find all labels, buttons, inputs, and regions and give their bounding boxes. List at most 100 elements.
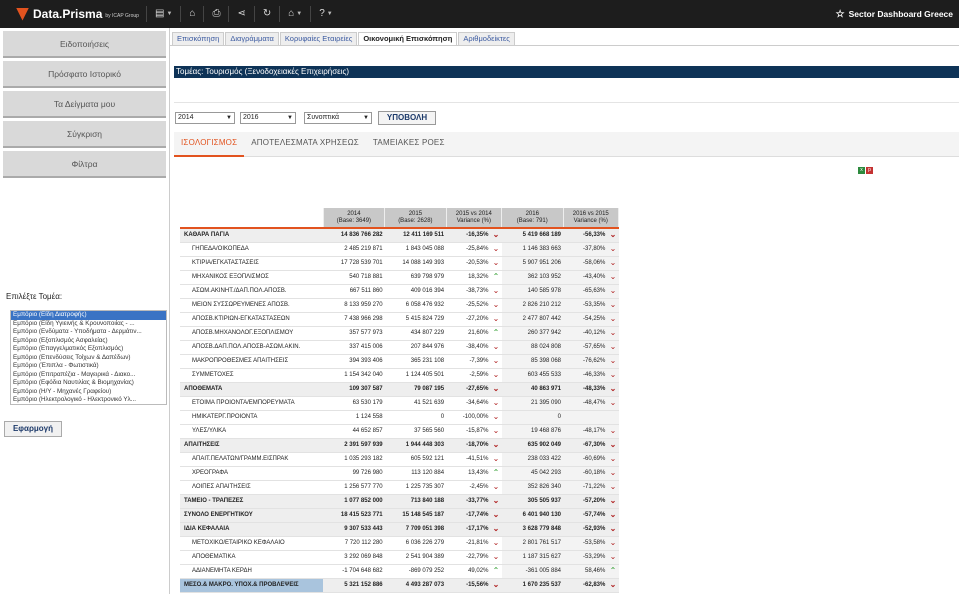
year-to-select[interactable]: 2016 ▼ bbox=[240, 112, 296, 124]
trend-2015-cell: ⌄ bbox=[490, 550, 502, 565]
sector-listbox[interactable]: Εμπόριο (Είδη Διατροφής) Εμπόριο (Είδη Υ… bbox=[10, 310, 167, 405]
table-row[interactable]: ΜΕΣΟ.& ΜΑΚΡΟ. ΥΠΟΧ.& ΠΡΟΒΛΕΨΕΙΣ 5 321 152… bbox=[180, 578, 619, 593]
trend-2015-cell: ⌄ bbox=[490, 340, 502, 355]
table-row[interactable]: ΤΑΜΕΙΟ - ΤΡΑΠΕΖΕΣ 1 077 852 000 713 840 18… bbox=[180, 494, 619, 509]
tab-financial-overview[interactable]: Οικονομική Επισκόπηση bbox=[358, 32, 458, 45]
tab-cash-flows[interactable]: ΤΑΜΕΙΑΚΕΣ ΡΟΕΣ bbox=[366, 132, 452, 157]
sector-option[interactable]: Εμπόριο (Επενδύσεις Τοίχων & Δαπέδων) bbox=[11, 354, 166, 363]
app-logo[interactable]: Data.Prisma by ICAP Group bbox=[0, 7, 146, 21]
header-line: 2014 bbox=[347, 210, 361, 217]
value-2015: 113 120 884 bbox=[384, 466, 447, 481]
table-row[interactable]: ΑΠΟΘΕΜΑΤΙΚΑ 3 292 069 848 2 541 904 389 -22… bbox=[180, 550, 619, 565]
value-2015: 1 843 045 088 bbox=[384, 242, 447, 257]
share-button[interactable]: ⋖ bbox=[228, 6, 253, 22]
main-tabs: Επισκόπηση Διαγράμματα Κορυφαίες Εταιρεί… bbox=[172, 32, 516, 45]
trend-2015-cell: ⌄ bbox=[490, 536, 502, 551]
table-row[interactable]: ΥΛΕΣ/ΥΛΙΚΑ 44 652 857 37 565 560 -15,87% ⌄ 19… bbox=[180, 424, 619, 439]
table-row[interactable]: ΜΕΤΟΧΙΚΟ/ΕΤΑΙΡΙΚΟ ΚΕΦΑΛΑΙΟ 7 720 112 280 6… bbox=[180, 536, 619, 551]
tab-overview[interactable]: Επισκόπηση bbox=[172, 32, 225, 45]
sector-option[interactable]: Εμπόριο (Ηλεκτρολογικό - Ηλεκτρονικό Υλ.… bbox=[11, 396, 166, 404]
sidebar-item-recent-history[interactable]: Πρόσφατο Ιστορικό bbox=[3, 61, 166, 88]
table-row[interactable]: ΑΠΟΘΕΜΑΤΑ 109 307 587 79 087 195 -27,65% ⌄ 40… bbox=[180, 382, 619, 397]
variance-2015: -2,59% bbox=[446, 368, 491, 383]
sidebar-item-filters[interactable]: Φίλτρα bbox=[3, 151, 166, 178]
variance-2015: -100,00% bbox=[446, 410, 491, 425]
dashboard-title[interactable]: ☆ Sector Dashboard Greece bbox=[836, 9, 959, 20]
table-row[interactable]: ΚΤΙΡΙΑ/ΕΓΚΑΤΑΣΤΑΣΕΙΣ 17 728 539 701 14 088… bbox=[180, 256, 619, 271]
value-2014: 7 720 112 280 bbox=[323, 536, 385, 551]
sidebar-item-compare[interactable]: Σύγκριση bbox=[3, 121, 166, 148]
trend-2015-cell: ⌄ bbox=[490, 312, 502, 327]
table-row[interactable]: ΚΑΘΑΡΑ ΠΑΓΙΑ 14 836 766 282 12 411 169 511… bbox=[180, 228, 619, 243]
report-subtabs: ΙΣΟΛΟΓΙΣΜΟΣ ΑΠΟΤΕΛΕΣΜΑΤΑ ΧΡΗΣΕΩΣ ΤΑΜΕΙΑΚ… bbox=[174, 132, 959, 157]
trend-2016-cell: ⌄ bbox=[607, 354, 619, 369]
table-row[interactable]: ΛΟΙΠΕΣ ΑΠΑΙΤΗΣΕΙΣ 1 256 577 770 1 225 735 … bbox=[180, 480, 619, 495]
table-row[interactable]: ΕΤΟΙΜΑ ΠΡΟΙΟΝΤΑ/ΕΜΠΟΡΕΥΜΑΤΑ 63 530 179 41 … bbox=[180, 396, 619, 411]
trend-2016-cell: ⌄ bbox=[607, 550, 619, 565]
print-icon: ⎙ bbox=[212, 8, 221, 19]
table-row[interactable]: ΑΠΟΣΒ.ΜΗΧΑΝΟΛΟΓ.ΕΞΟΠΛΙΣΜΟΥ 357 577 973 434… bbox=[180, 326, 619, 341]
chevron-down-icon: ⌄ bbox=[492, 356, 500, 365]
table-row[interactable]: ΓΗΠΕΔΑ/ΟΙΚΟΠΕΔΑ 2 485 219 871 1 843 045 08… bbox=[180, 242, 619, 257]
sidebar-item-notifications[interactable]: Ειδοποιήσεις bbox=[3, 31, 166, 58]
chevron-down-icon: ⌄ bbox=[609, 244, 617, 253]
table-row[interactable]: ΜΑΚΡΟΠΡΟΘΕΣΜΕΣ ΑΠΑΙΤΗΣΕΙΣ 394 393 406 365 … bbox=[180, 354, 619, 369]
year-from-value: 2014 bbox=[178, 114, 194, 121]
year-from-select[interactable]: 2014 ▼ bbox=[175, 112, 235, 124]
trend-2016-cell: ⌄ bbox=[607, 340, 619, 355]
top-bar: Data.Prisma by ICAP Group ▤ ▼ ⌂ ⎙ ⋖ ↻ ⌂ ▼ … bbox=[0, 0, 959, 28]
sector-option[interactable]: Εμπόριο (Η/Υ - Μηχανές Γραφείου) bbox=[11, 388, 166, 397]
sector-option[interactable]: Εμπόριο (Είδη Υγιεινής & Κρουνοποιίας - … bbox=[11, 320, 166, 329]
table-row[interactable]: ΑΠΟΣΒ.ΔΑΠ.ΠΟΛ.ΑΠΟΣΒ-ΑΣΩΜ.ΑΚΙΝ. 337 415 00… bbox=[180, 340, 619, 355]
table-row[interactable]: ΑΠΑΙΤΗΣΕΙΣ 2 391 597 939 1 944 448 303 -18,… bbox=[180, 438, 619, 453]
sector-option[interactable]: Εμπόριο (Είδη Διατροφής) bbox=[11, 311, 166, 320]
trend-2015-cell: ⌃ bbox=[490, 564, 502, 579]
open-button[interactable]: ⌂ bbox=[180, 6, 203, 22]
excel-export-icon[interactable]: x bbox=[858, 167, 865, 174]
sector-option[interactable]: Εμπόριο (Επαγγελματικός Εξοπλισμός) bbox=[11, 345, 166, 354]
sector-option[interactable]: Εμπόριο (Εξοπλισμός Ασφαλείας) bbox=[11, 337, 166, 346]
table-row[interactable]: ΙΔΙΑ ΚΕΦΑΛΑΙΑ 9 307 533 443 7 709 051 398-… bbox=[180, 522, 619, 537]
tab-balance-sheet[interactable]: ΙΣΟΛΟΓΙΣΜΟΣ bbox=[174, 132, 245, 157]
help-menu-button[interactable]: ? ▼ bbox=[310, 6, 341, 22]
table-row[interactable]: ΑΔΙΑΝΕΜΗΤΑ ΚΕΡΔΗ -1 704 648 682 -869 079 2… bbox=[180, 564, 619, 579]
table-row[interactable]: ΧΡΕΟΓΡΑΦΑ 99 726 980 113 120 884 13,43% ⌃ 45 … bbox=[180, 466, 619, 481]
sector-option[interactable]: Εμπόριο (Ενδύματα - Υποδήματα - Δερμάτιν… bbox=[11, 328, 166, 337]
table-row[interactable]: ΗΜΙΚΑΤΕΡΓ.ΠΡΟΙΟΝΤΑ 1 124 558 0 -100,00% ⌄ 0 bbox=[180, 410, 619, 425]
table-row[interactable]: ΣΥΝΟΛΟ ΕΝΕΡΓΗΤΙΚΟΥ 18 415 523 771 15 148 5… bbox=[180, 508, 619, 523]
submit-button[interactable]: ΥΠΟΒΟΛΗ bbox=[378, 111, 436, 125]
tab-charts[interactable]: Διαγράμματα bbox=[225, 32, 279, 45]
table-row[interactable]: ΜΕΙΟΝ ΣΥΣΣΩΡΕΥΜΕΝΕΣ ΑΠΟΣΒ. 8 133 959 270 6… bbox=[180, 298, 619, 313]
apply-button[interactable]: Εφαρμογή bbox=[4, 421, 62, 437]
tab-income-statement[interactable]: ΑΠΟΤΕΛΕΣΜΑΤΑ ΧΡΗΣΕΩΣ bbox=[244, 132, 366, 157]
refresh-button[interactable]: ↻ bbox=[253, 6, 279, 22]
variance-2016: -53,29% bbox=[563, 550, 608, 565]
row-label: ΜΑΚΡΟΠΡΟΘΕΣΜΕΣ ΑΠΑΙΤΗΣΕΙΣ bbox=[180, 354, 324, 369]
variance-2016: -58,06% bbox=[563, 256, 608, 271]
variance-2015: -41,51% bbox=[446, 452, 491, 467]
value-2014: 8 133 959 270 bbox=[323, 298, 385, 313]
trend-2016-cell: ⌄ bbox=[607, 368, 619, 383]
table-row[interactable]: ΑΠΟΣΒ.ΚΤΙΡΙΩΝ-ΕΓΚΑΤΑΣΤΑΣΕΩΝ 7 438 966 298… bbox=[180, 312, 619, 327]
tab-top-companies[interactable]: Κορυφαίες Εταιρείες bbox=[279, 32, 358, 45]
table-row[interactable]: ΑΣΩΜ.ΑΚΙΝΗΤ./ΔΑΠ.ΠΟΛ.ΑΠΟΣΒ. 667 511 860 40… bbox=[180, 284, 619, 299]
value-2015: 6 058 476 932 bbox=[384, 298, 447, 313]
table-row[interactable]: ΜΗΧΑΝΙΚΟΣ ΕΞΟΠΛΙΣΜΟΣ 540 718 881 639 798 9… bbox=[180, 270, 619, 285]
table-row[interactable]: ΑΠΑΙΤ.ΠΕΛΑΤΩΝ/ΓΡΑΜΜ.ΕΙΣΠΡΑΚ 1 035 293 182… bbox=[180, 452, 619, 467]
print-button[interactable]: ⎙ bbox=[203, 6, 228, 22]
sector-option[interactable]: Εμπόριο (Εφόδια Ναυτιλίας & Βιομηχανίας) bbox=[11, 379, 166, 388]
sector-option[interactable]: Εμπόριο (Έπιπλα - Φωτιστικά) bbox=[11, 362, 166, 371]
trend-2016-cell: ⌄ bbox=[607, 312, 619, 327]
pdf-export-icon[interactable]: p bbox=[866, 167, 873, 174]
document-menu-button[interactable]: ▤ ▼ bbox=[146, 6, 180, 22]
sector-option[interactable]: Εμπόριο (Επιτραπέζια - Μαγειρικά - Διακο… bbox=[11, 371, 166, 380]
trend-2016-cell: ⌄ bbox=[607, 396, 619, 411]
mode-select[interactable]: Συνοπτικά ▼ bbox=[304, 112, 372, 124]
table-row[interactable]: ΣΥΜΜΕΤΟΧΕΣ 1 154 342 040 1 124 405 501 -2,5… bbox=[180, 368, 619, 383]
tab-ratios[interactable]: Αριθμοδείκτες bbox=[458, 32, 515, 45]
home-menu-button[interactable]: ⌂ ▼ bbox=[279, 6, 310, 22]
sidebar-item-my-samples[interactable]: Τα Δείγματα μου bbox=[3, 91, 166, 118]
chevron-down-icon: ⌄ bbox=[609, 258, 617, 267]
row-label: ΛΟΙΠΕΣ ΑΠΑΙΤΗΣΕΙΣ bbox=[180, 480, 324, 495]
value-2015: 41 521 639 bbox=[384, 396, 447, 411]
